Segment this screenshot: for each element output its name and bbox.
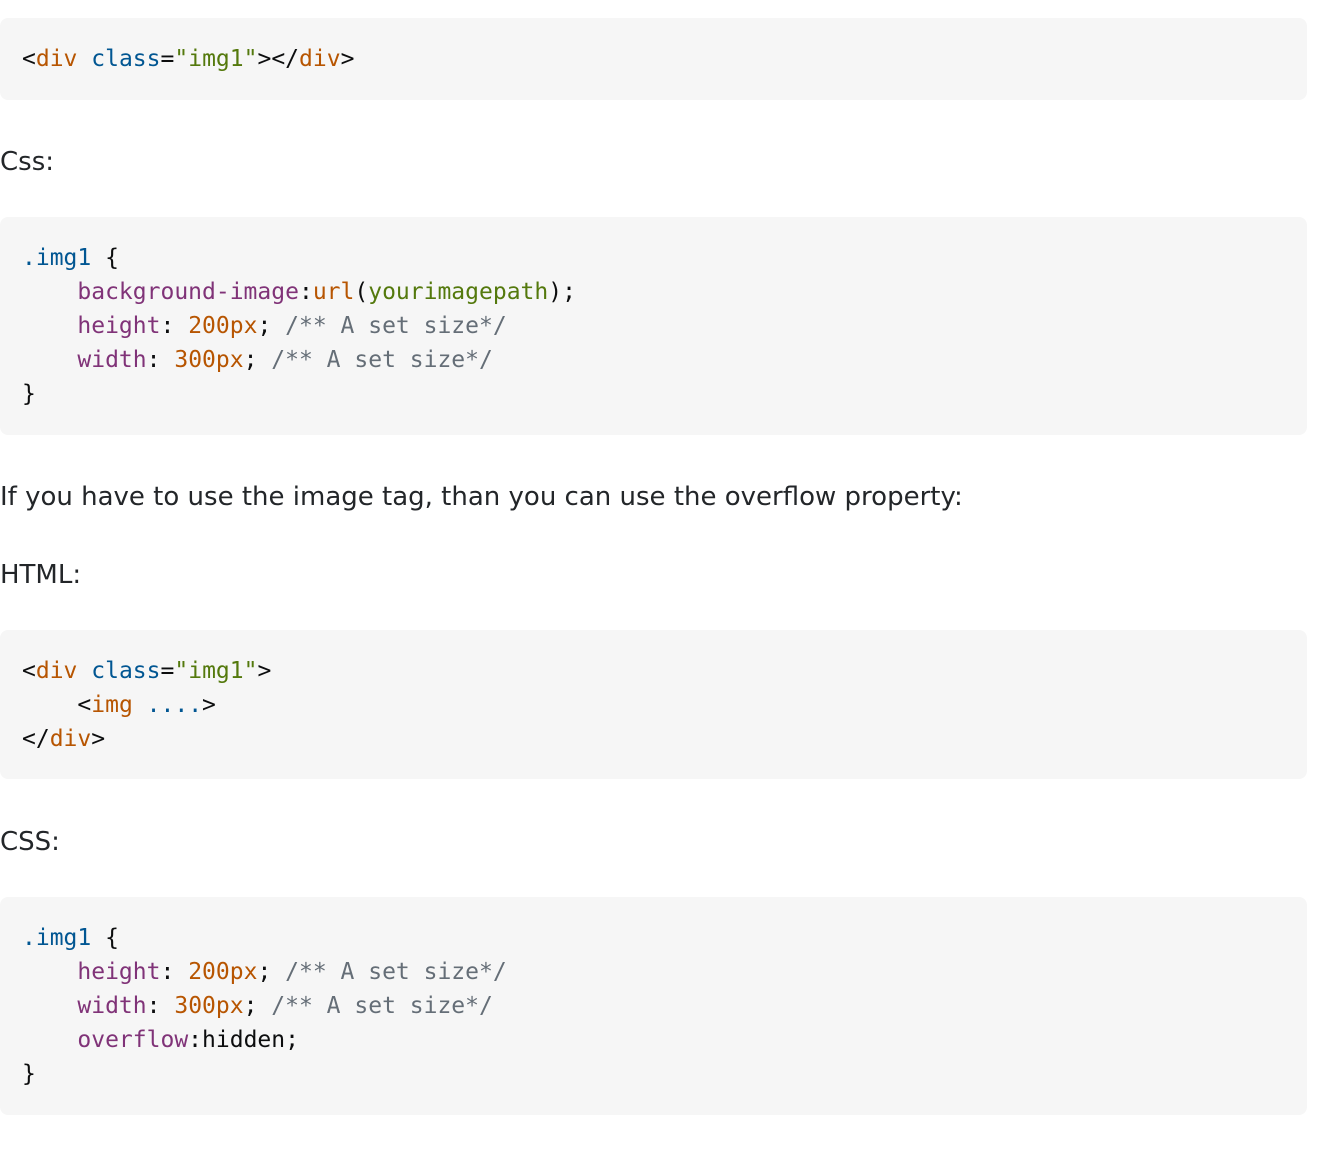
code-token: div (35, 46, 78, 72)
code-token: url (312, 279, 355, 305)
code-token: ); (548, 279, 576, 305)
code-line: height: 200px; /** A set size*/ (22, 955, 1307, 989)
code-token: = (160, 658, 175, 684)
code-line: } (22, 377, 1307, 411)
code-token: div (35, 658, 78, 684)
code-token: 200px (188, 959, 258, 985)
code-token: height (77, 959, 161, 985)
code-token: } (22, 381, 36, 407)
code-token: : (146, 993, 175, 1019)
code-token: { (91, 925, 119, 951)
code-line: overflow:hidden; (22, 1023, 1307, 1057)
code-token: { (91, 245, 119, 271)
code-token: < (22, 658, 36, 684)
code-token: 300px (174, 993, 244, 1019)
code-line: .img1 { (22, 241, 1307, 275)
code-block-html-2[interactable]: <div class="img1"> <img ....> </div> (0, 630, 1307, 779)
code-token: < (22, 46, 36, 72)
code-token: ; (285, 1027, 299, 1053)
code-line: width: 300px; /** A set size*/ (22, 343, 1307, 377)
code-token: yourimagepath (368, 279, 549, 305)
code-comment: /** A set size*/ (271, 347, 493, 373)
code-token: : (188, 1027, 203, 1053)
code-token: div (299, 46, 341, 72)
code-token: img (91, 692, 133, 718)
code-token: overflow (77, 1027, 189, 1053)
code-line: } (22, 1057, 1307, 1091)
code-token: width (77, 347, 147, 373)
code-token: class (91, 658, 161, 684)
code-token: ; (257, 959, 286, 985)
code-token: .img1 (22, 925, 92, 951)
code-token: background-image (77, 279, 299, 305)
code-token: > (91, 726, 106, 752)
code-token: hidden (202, 1027, 286, 1053)
code-token: } (22, 1061, 36, 1087)
code-token: height (77, 313, 161, 339)
label-css: Css: (0, 147, 55, 177)
code-token: > (340, 46, 355, 72)
code-line: <div class="img1"></div> (22, 42, 1307, 76)
code-line: background-image:url(yourimagepath); (22, 275, 1307, 309)
code-token: </ (22, 726, 50, 752)
code-token: .img1 (22, 245, 92, 271)
code-token: : (160, 959, 189, 985)
code-token: div (49, 726, 92, 752)
code-token: > (202, 692, 216, 718)
label-html: HTML: (0, 560, 82, 590)
code-block-css-1[interactable]: .img1 { background-image:url(yourimagepa… (0, 217, 1307, 435)
code-token: 200px (188, 313, 258, 339)
code-line: <div class="img1"> (22, 654, 1307, 688)
code-token: ></ (257, 46, 300, 72)
code-token: class (91, 46, 161, 72)
answer-paragraph: If you have to use the image tag, than y… (0, 482, 963, 512)
code-token: "img1" (174, 46, 258, 72)
code-token: .... (146, 692, 203, 718)
code-token: : (160, 313, 189, 339)
code-line: <img ....> (22, 688, 1307, 722)
code-token: ; (257, 313, 286, 339)
code-token: ; (243, 347, 272, 373)
code-comment: /** A set size*/ (285, 313, 507, 339)
code-comment: /** A set size*/ (271, 993, 493, 1019)
code-line: height: 200px; /** A set size*/ (22, 309, 1307, 343)
code-token: "img1" (174, 658, 258, 684)
code-block-css-2[interactable]: .img1 { height: 200px; /** A set size*/ … (0, 897, 1307, 1115)
code-line: .img1 { (22, 921, 1307, 955)
code-block-html-1[interactable]: <div class="img1"></div> (0, 18, 1307, 100)
label-css-2: CSS: (0, 827, 60, 857)
code-token: > (257, 658, 272, 684)
code-token: : (146, 347, 175, 373)
code-token: ; (243, 993, 272, 1019)
code-line: </div> (22, 722, 1307, 756)
code-token: 300px (174, 347, 244, 373)
code-token: : (298, 279, 313, 305)
code-line: width: 300px; /** A set size*/ (22, 989, 1307, 1023)
code-token: = (160, 46, 175, 72)
code-token: width (77, 993, 147, 1019)
code-comment: /** A set size*/ (285, 959, 507, 985)
code-token: < (77, 692, 92, 718)
code-token: ( (354, 279, 369, 305)
